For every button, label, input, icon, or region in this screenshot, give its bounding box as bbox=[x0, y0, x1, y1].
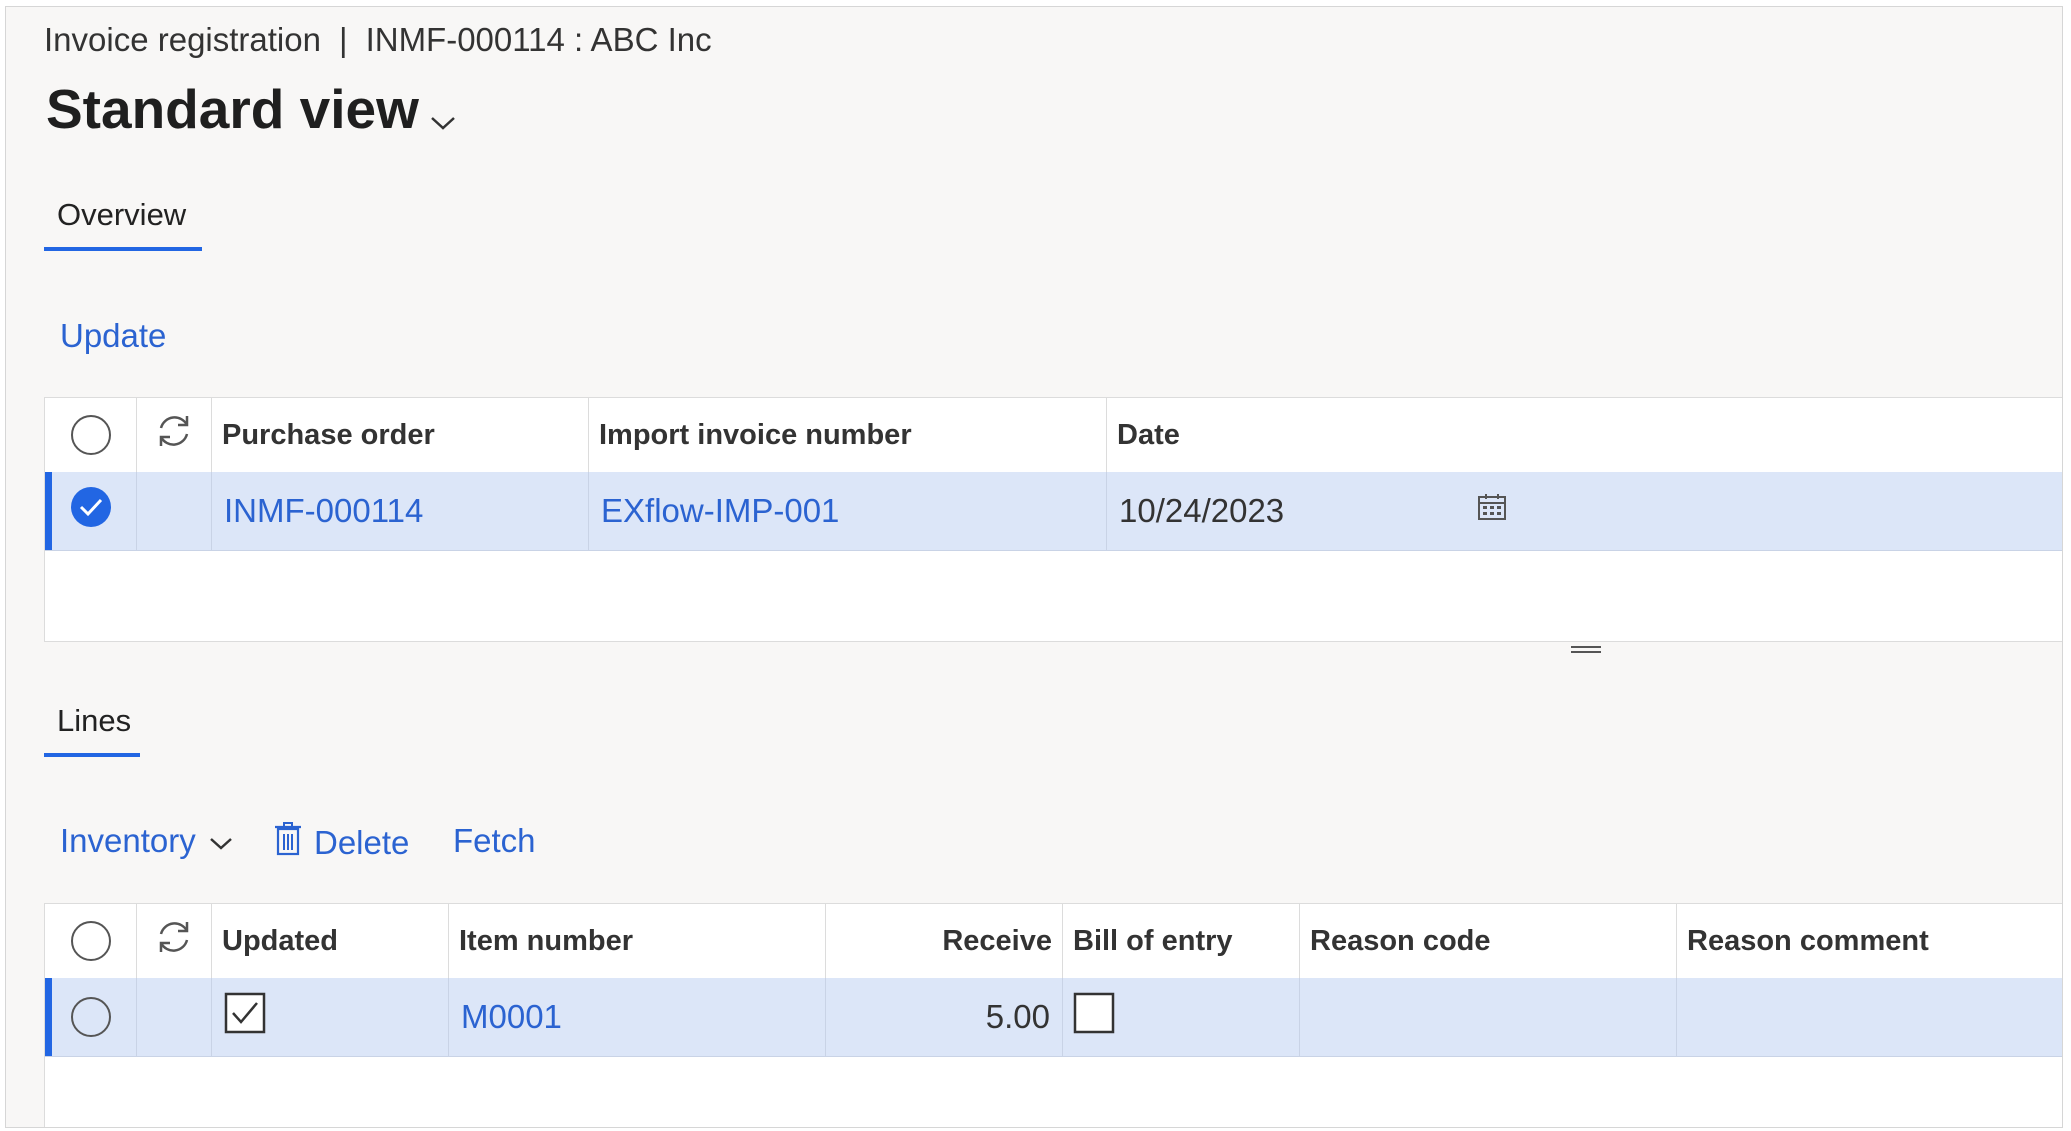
view-selector[interactable]: Standard view bbox=[46, 77, 457, 145]
column-header-bill-of-entry[interactable]: Bill of entry bbox=[1063, 904, 1300, 978]
overview-grid: Purchase order Import invoice number Dat… bbox=[44, 397, 2062, 642]
calendar-cell bbox=[1457, 472, 1527, 550]
select-all-checkbox[interactable] bbox=[70, 921, 111, 961]
reason-code-field[interactable] bbox=[1300, 978, 1677, 1056]
chevron-down-icon[interactable] bbox=[429, 81, 457, 145]
refresh-cell bbox=[137, 904, 212, 978]
column-header-reason-comment[interactable]: Reason comment bbox=[1677, 904, 2062, 978]
page-title: Standard view bbox=[46, 78, 419, 140]
calendar-icon[interactable] bbox=[1477, 493, 1507, 529]
row-checked-icon[interactable] bbox=[70, 486, 112, 536]
table-row[interactable]: INMF-000114 EXflow-IMP-001 10/24/2023 bbox=[45, 472, 2062, 551]
page-frame: Invoice registration | INMF-000114 : ABC I… bbox=[5, 6, 2063, 1128]
delete-label: Delete bbox=[314, 824, 410, 861]
row-filler-cell bbox=[1527, 472, 2062, 550]
column-header-updated[interactable]: Updated bbox=[212, 904, 449, 978]
inventory-menu-button[interactable]: Inventory bbox=[60, 822, 234, 860]
select-all-cell bbox=[45, 904, 137, 978]
tab-lines-label: Lines bbox=[57, 703, 132, 738]
column-header-import-invoice-number[interactable]: Import invoice number bbox=[589, 398, 1107, 472]
row-spacer-cell bbox=[137, 472, 212, 550]
tab-lines[interactable]: Lines bbox=[57, 703, 131, 739]
lines-grid: Updated Item number Receive Bill of entr… bbox=[44, 903, 2062, 1127]
date-value: 10/24/2023 bbox=[1119, 492, 1285, 529]
bill-of-entry-checkbox[interactable] bbox=[1073, 992, 1115, 1042]
bill-of-entry-cell bbox=[1063, 978, 1300, 1056]
refresh-icon[interactable] bbox=[153, 916, 195, 966]
column-header-item-number[interactable]: Item number bbox=[449, 904, 826, 978]
row-select-checkbox[interactable] bbox=[70, 997, 111, 1037]
tab-overview[interactable]: Overview bbox=[57, 197, 186, 233]
column-header-purchase-order[interactable]: Purchase order bbox=[212, 398, 589, 472]
trash-icon bbox=[274, 822, 302, 864]
row-select-cell bbox=[45, 472, 137, 550]
update-button[interactable]: Update bbox=[60, 317, 166, 355]
row-spacer-cell bbox=[137, 978, 212, 1056]
inventory-label: Inventory bbox=[60, 822, 196, 859]
select-all-checkbox[interactable] bbox=[70, 415, 111, 455]
purchase-order-link[interactable]: INMF-000114 bbox=[212, 472, 589, 550]
breadcrumb: Invoice registration | INMF-000114 : ABC I… bbox=[44, 21, 712, 59]
column-header-reason-code[interactable]: Reason code bbox=[1300, 904, 1677, 978]
select-all-cell bbox=[45, 398, 137, 472]
fetch-button[interactable]: Fetch bbox=[453, 822, 536, 860]
row-select-cell bbox=[45, 978, 137, 1056]
reason-comment-field[interactable] bbox=[1677, 978, 2062, 1056]
tab-lines-underline bbox=[44, 753, 140, 757]
tab-overview-underline bbox=[44, 247, 202, 251]
import-invoice-number-link[interactable]: EXflow-IMP-001 bbox=[589, 472, 1107, 550]
breadcrumb-separator: | bbox=[338, 21, 348, 58]
table-row[interactable]: M0001 5.00 bbox=[45, 978, 2062, 1057]
breadcrumb-page[interactable]: Invoice registration bbox=[44, 21, 321, 58]
refresh-icon[interactable] bbox=[153, 410, 195, 460]
receive-quantity[interactable]: 5.00 bbox=[826, 978, 1063, 1056]
splitter-handle[interactable] bbox=[1571, 645, 1601, 655]
updated-cell bbox=[212, 978, 449, 1056]
refresh-cell bbox=[137, 398, 212, 472]
column-header-receive[interactable]: Receive bbox=[826, 904, 1063, 978]
chevron-down-icon bbox=[208, 822, 234, 860]
lines-header-row: Updated Item number Receive Bill of entr… bbox=[45, 904, 2062, 979]
updated-checkbox[interactable] bbox=[224, 992, 266, 1042]
breadcrumb-record: INMF-000114 : ABC Inc bbox=[365, 21, 712, 58]
delete-button[interactable]: Delete bbox=[274, 822, 409, 864]
item-number-link[interactable]: M0001 bbox=[449, 978, 826, 1056]
column-header-date[interactable]: Date bbox=[1107, 398, 2062, 472]
overview-header-row: Purchase order Import invoice number Dat… bbox=[45, 398, 2062, 473]
tab-overview-label: Overview bbox=[57, 197, 187, 232]
